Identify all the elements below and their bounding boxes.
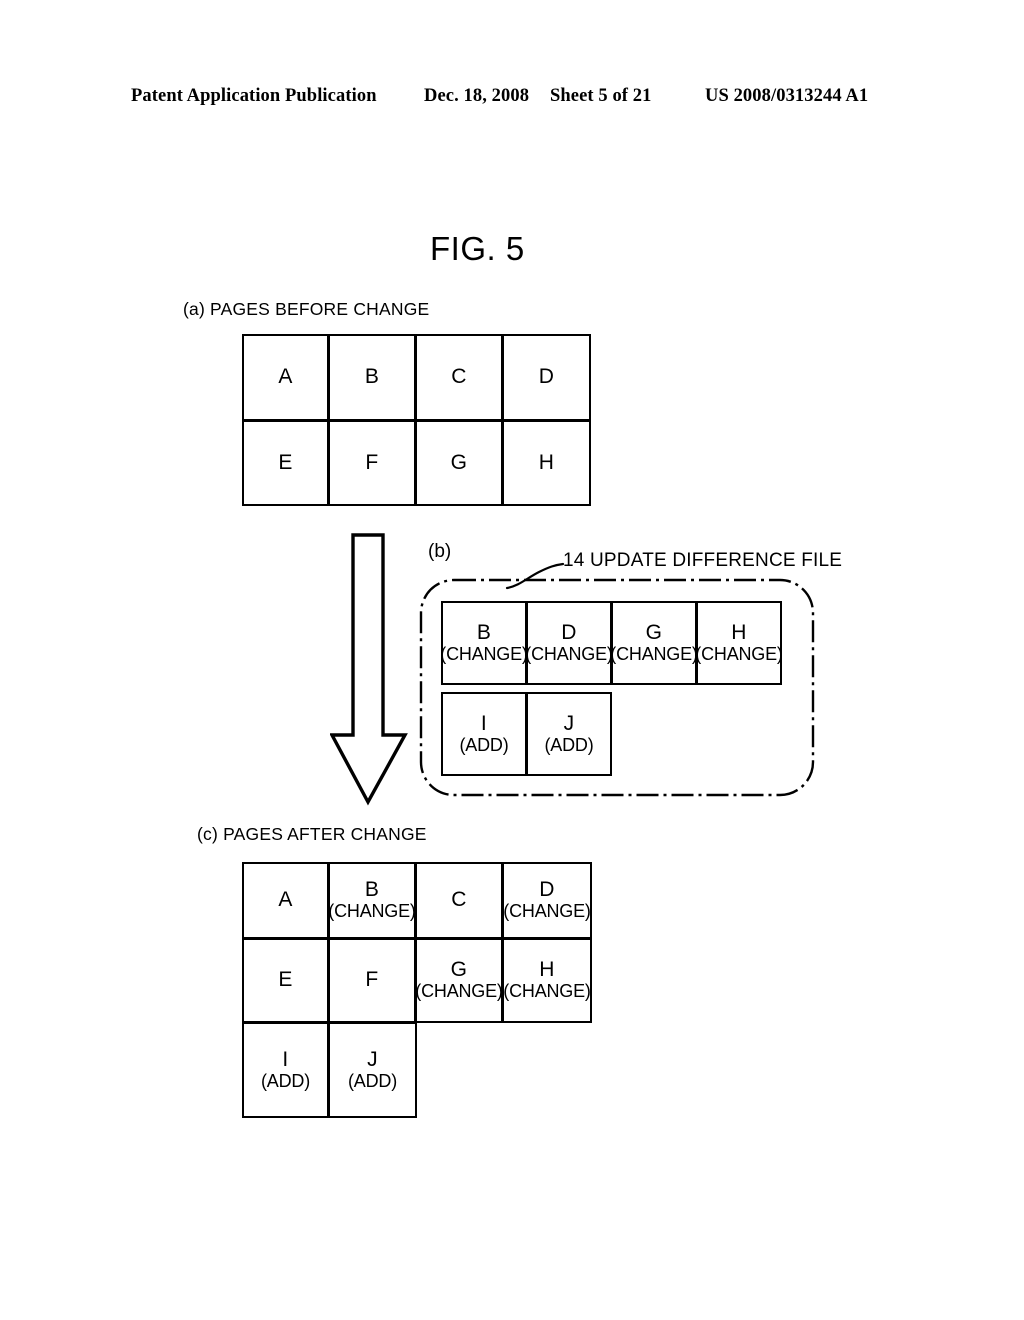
table-cell: C (415, 334, 503, 421)
cell-sub-label: (CHANGE) (610, 643, 698, 664)
table-cell: D (CHANGE) (502, 862, 592, 939)
cell-main-label: C (451, 365, 467, 389)
cell-main-label: F (365, 450, 379, 474)
cell-main-label: B (364, 365, 380, 389)
cell-main-label: A (278, 365, 293, 389)
table-cell: G (415, 420, 503, 506)
cell-sub-label: (CHANGE) (503, 981, 591, 1002)
cell-main-label: C (451, 888, 467, 912)
table-cell: I (ADD) (242, 1022, 329, 1118)
table-cell: B (328, 334, 416, 421)
cell-main-label: H (539, 958, 555, 982)
cell-main-label: H (731, 620, 747, 644)
cell-main-label: E (278, 968, 293, 992)
cell-main-label: B (364, 878, 380, 902)
table-cell: B (CHANGE) (328, 862, 416, 939)
cell-main-label: D (539, 878, 555, 902)
cell-sub-label: (CHANGE) (415, 981, 503, 1002)
table-cell: E (242, 938, 329, 1023)
header-patent-number: US 2008/0313244 A1 (705, 86, 869, 106)
cell-sub-label: (CHANGE) (440, 643, 528, 664)
cell-main-label: D (538, 365, 555, 389)
table-cell: D (CHANGE) (525, 601, 613, 685)
cell-main-label: B (476, 620, 492, 644)
cell-sub-label: (CHANGE) (328, 901, 416, 922)
table-cell: J (ADD) (328, 1022, 417, 1118)
cell-sub-label: (CHANGE) (503, 901, 591, 922)
section-c-caption: (c) PAGES AFTER CHANGE (197, 824, 427, 844)
cell-main-label: J (563, 711, 575, 735)
cell-main-label: H (538, 450, 555, 474)
cell-main-label: G (645, 620, 663, 644)
table-cell: A (242, 862, 329, 939)
cell-sub-label: (ADD) (459, 734, 509, 755)
cell-main-label: I (282, 1047, 289, 1071)
table-cell: D (502, 334, 591, 421)
figure-title: FIG. 5 (430, 230, 525, 267)
header-sheet: Sheet 5 of 21 (550, 86, 652, 106)
cell-sub-label: (CHANGE) (695, 643, 783, 664)
cell-sub-label: (ADD) (261, 1070, 310, 1091)
table-cell: F (328, 420, 416, 506)
table-cell: G (CHANGE) (415, 938, 503, 1023)
cell-main-label: E (278, 450, 293, 474)
table-cell: G (CHANGE) (610, 601, 698, 685)
table-cell: H (502, 420, 591, 506)
table-cell: H (CHANGE) (502, 938, 592, 1023)
cell-sub-label: (CHANGE) (525, 643, 613, 664)
section-a-caption: (a) PAGES BEFORE CHANGE (183, 299, 430, 319)
cell-main-label: G (450, 958, 468, 982)
downward-arrow-icon (329, 530, 414, 810)
table-cell: B (CHANGE) (440, 601, 528, 685)
cell-main-label: D (561, 620, 577, 644)
cell-main-label: F (365, 968, 379, 992)
table-cell: C (415, 862, 503, 939)
cell-main-label: J (367, 1047, 378, 1071)
cell-main-label: A (278, 888, 293, 912)
cell-sub-label: (ADD) (348, 1070, 397, 1091)
header-date: Dec. 18, 2008 (424, 86, 530, 106)
table-cell: J (ADD) (526, 692, 612, 776)
table-cell: F (328, 938, 416, 1023)
cell-main-label: G (450, 450, 468, 474)
cell-sub-label: (ADD) (544, 734, 594, 755)
table-cell: A (242, 334, 329, 421)
table-cell: E (242, 420, 329, 506)
section-b-caption: (b) (428, 541, 452, 562)
callout-leader-line (505, 548, 635, 593)
table-cell: I (ADD) (441, 692, 527, 776)
cell-main-label: I (480, 711, 488, 735)
header-publication: Patent Application Publication (131, 86, 377, 106)
patent-drawing-page: Patent Application Publication Dec. 18, … (0, 0, 1024, 1320)
table-cell: H (CHANGE) (695, 601, 783, 685)
